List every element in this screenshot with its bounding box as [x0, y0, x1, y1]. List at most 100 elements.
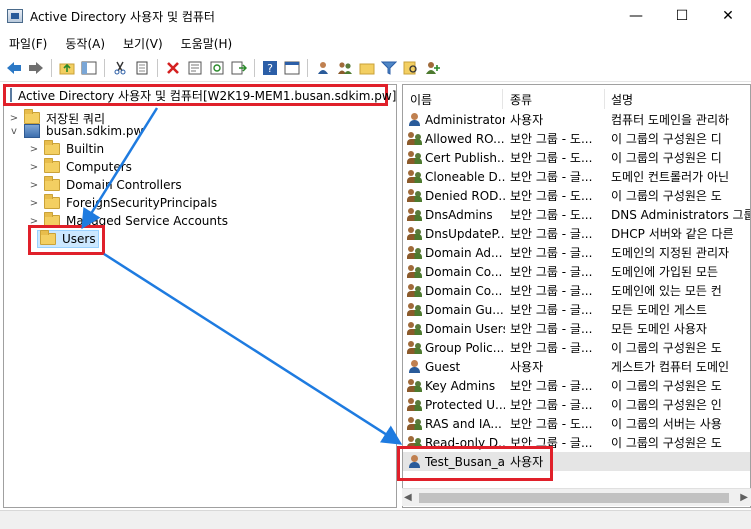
- new-user-icon[interactable]: [313, 58, 333, 78]
- list-item[interactable]: Protected U... 보안 그룹 - 글... 이 그룹의 구성원은 인: [403, 395, 750, 414]
- tree-label: Domain Controllers: [66, 178, 182, 192]
- list-item[interactable]: DnsUpdateP... 보안 그룹 - 글... DHCP 서버와 같은 다른: [403, 224, 750, 243]
- column-header-name[interactable]: 이름: [405, 89, 503, 109]
- list-item[interactable]: Administrator 사용자 컴퓨터 도메인을 관리하: [403, 110, 750, 129]
- cell-name-text: Denied ROD...: [425, 188, 505, 203]
- console-icon[interactable]: [282, 58, 302, 78]
- back-icon[interactable]: [4, 58, 24, 78]
- cell-description: 컴퓨터 도메인을 관리하: [611, 113, 730, 127]
- export-icon[interactable]: [229, 58, 249, 78]
- add-member-icon[interactable]: [423, 58, 443, 78]
- new-group-icon[interactable]: [335, 58, 355, 78]
- cell-name: RAS and IA...: [407, 414, 505, 433]
- svg-text:?: ?: [267, 62, 273, 75]
- window-title: Active Directory 사용자 및 컴퓨터: [30, 9, 215, 24]
- show-tree-icon[interactable]: [79, 58, 99, 78]
- cell-name-text: RAS and IA...: [425, 416, 502, 431]
- forward-icon[interactable]: [26, 58, 46, 78]
- group-icon: [407, 131, 423, 146]
- delete-icon[interactable]: [163, 58, 183, 78]
- tree-label: Computers: [66, 160, 132, 174]
- tree-item-builtin[interactable]: > Builtin: [28, 140, 104, 158]
- expand-icon[interactable]: >: [28, 162, 40, 173]
- ad-root-icon: [10, 88, 12, 102]
- cell-description: DHCP 서버와 같은 다른: [611, 227, 734, 241]
- new-ou-icon[interactable]: [357, 58, 377, 78]
- list-item[interactable]: Domain Users 보안 그룹 - 글... 모든 도메인 사용자: [403, 319, 750, 338]
- up-folder-icon[interactable]: [57, 58, 77, 78]
- list-item[interactable]: RAS and IA... 보안 그룹 - 도... 이 그룹의 서버는 사용: [403, 414, 750, 433]
- list-item[interactable]: Group Polic... 보안 그룹 - 글... 이 그룹의 구성원은 도: [403, 338, 750, 357]
- cell-name: Protected U...: [407, 395, 505, 414]
- find-icon[interactable]: [401, 58, 421, 78]
- list-item[interactable]: Cloneable D... 보안 그룹 - 글... 도메인 컨트롤러가 아닌: [403, 167, 750, 186]
- group-icon: [407, 416, 423, 431]
- list-item[interactable]: Guest 사용자 게스트가 컴퓨터 도메인: [403, 357, 750, 376]
- column-header-type[interactable]: 종류: [505, 89, 605, 109]
- group-icon: [407, 397, 423, 412]
- list-item[interactable]: Domain Co... 보안 그룹 - 글... 도메인에 있는 모든 컨: [403, 281, 750, 300]
- tree-item-domain-controllers[interactable]: > Domain Controllers: [28, 176, 182, 194]
- expand-icon[interactable]: >: [28, 144, 40, 155]
- expand-icon[interactable]: >: [28, 198, 40, 209]
- list-item[interactable]: Domain Co... 보안 그룹 - 글... 도메인에 가입된 모든: [403, 262, 750, 281]
- cell-name-text: Domain Co...: [425, 283, 503, 298]
- scroll-thumb[interactable]: [419, 493, 729, 503]
- menu-view[interactable]: 보기(V): [114, 35, 172, 52]
- list-item[interactable]: Denied ROD... 보안 그룹 - 도... 이 그룹의 구성원은 도: [403, 186, 750, 205]
- column-header-description[interactable]: 설명: [606, 89, 750, 109]
- cell-name-text: Domain Users: [425, 321, 505, 336]
- cell-name: Key Admins: [407, 376, 505, 395]
- cell-name: Administrator: [407, 110, 505, 129]
- cell-type: 보안 그룹 - 글...: [510, 265, 593, 279]
- cell-name: Allowed RO...: [407, 129, 505, 148]
- cell-name: Denied ROD...: [407, 186, 505, 205]
- horizontal-scrollbar[interactable]: ◀ ▶: [402, 488, 751, 506]
- list-item[interactable]: Domain Gu... 보안 그룹 - 글... 모든 도메인 게스트: [403, 300, 750, 319]
- cut-icon[interactable]: [110, 58, 130, 78]
- tree-item-domain[interactable]: v busan.sdkim.pw: [8, 122, 143, 140]
- help-icon[interactable]: ?: [260, 58, 280, 78]
- cell-name: Domain Co...: [407, 262, 505, 281]
- list-item[interactable]: Allowed RO... 보안 그룹 - 도... 이 그룹의 구성원은 디: [403, 129, 750, 148]
- cell-name-text: Group Polic...: [425, 340, 505, 355]
- domain-icon: [24, 124, 40, 138]
- group-icon: [407, 378, 423, 393]
- cell-description: 게스트가 컴퓨터 도메인: [611, 360, 730, 374]
- menu-action[interactable]: 동작(A): [56, 35, 114, 52]
- tree-item-foreign-security-principals[interactable]: > ForeignSecurityPrincipals: [28, 194, 217, 212]
- expand-icon[interactable]: >: [28, 180, 40, 191]
- scroll-right-icon[interactable]: ▶: [740, 492, 748, 503]
- close-button[interactable]: ✕: [705, 0, 751, 32]
- cell-type: 보안 그룹 - 글...: [510, 284, 593, 298]
- properties-icon[interactable]: [185, 58, 205, 78]
- list-item[interactable]: DnsAdmins 보안 그룹 - 도... DNS Administrators …: [403, 205, 750, 224]
- maximize-button[interactable]: ☐: [659, 0, 705, 32]
- tree-root-highlight[interactable]: Active Directory 사용자 및 컴퓨터[W2K19-MEM1.bu…: [3, 84, 396, 106]
- ou-folder-icon: [44, 176, 60, 191]
- tree-item-computers[interactable]: > Computers: [28, 158, 132, 176]
- cell-description: 이 그룹의 서버는 사용: [611, 417, 722, 431]
- cell-type: 보안 그룹 - 도...: [510, 189, 593, 203]
- filter-icon[interactable]: [379, 58, 399, 78]
- toolbar-separator: [51, 58, 52, 77]
- user-icon: [407, 359, 423, 374]
- group-icon: [407, 283, 423, 298]
- tree-label: Builtin: [66, 142, 105, 156]
- list-item[interactable]: Domain Ad... 보안 그룹 - 글... 도메인의 지정된 관리자: [403, 243, 750, 262]
- copy-icon[interactable]: [132, 58, 152, 78]
- collapse-icon[interactable]: v: [8, 126, 20, 137]
- cell-description: [611, 452, 750, 471]
- menu-file[interactable]: 파일(F): [0, 35, 56, 52]
- minimize-button[interactable]: —: [613, 0, 659, 32]
- refresh-icon[interactable]: [207, 58, 227, 78]
- menu-help[interactable]: 도움말(H): [172, 35, 242, 52]
- folder-icon: [44, 140, 60, 155]
- list-item[interactable]: Key Admins 보안 그룹 - 글... 이 그룹의 구성원은 도: [403, 376, 750, 395]
- scroll-left-icon[interactable]: ◀: [404, 492, 412, 503]
- group-icon: [407, 302, 423, 317]
- list-item[interactable]: Cert Publish... 보안 그룹 - 도... 이 그룹의 구성원은 디: [403, 148, 750, 167]
- cell-name: DnsUpdateP...: [407, 224, 505, 243]
- cell-description: 이 그룹의 구성원은 인: [611, 398, 722, 412]
- cell-type: 사용자: [510, 360, 544, 374]
